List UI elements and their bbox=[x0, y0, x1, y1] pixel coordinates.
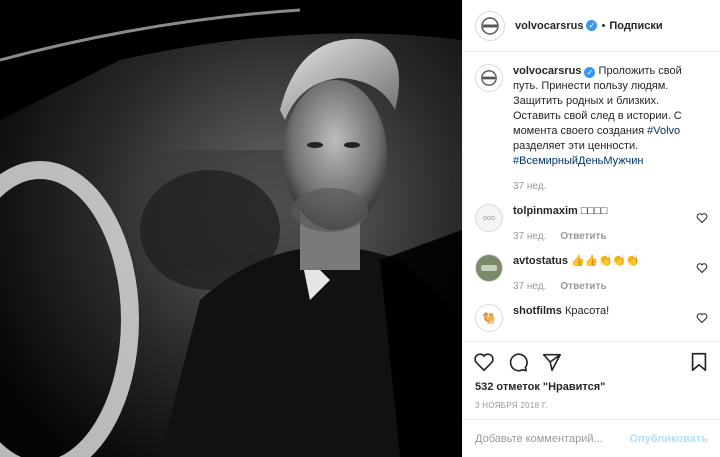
likes-count[interactable]: 532 отметок "Нравится" bbox=[463, 381, 720, 397]
comment-text: Красота! bbox=[564, 305, 610, 317]
like-comment-heart-icon[interactable] bbox=[696, 212, 708, 224]
bookmark-icon[interactable] bbox=[688, 351, 710, 373]
caption: volvocarsrus ✓ Проложить свой путь. Прине… bbox=[475, 64, 708, 194]
action-bar bbox=[463, 341, 720, 381]
like-comment-heart-icon[interactable] bbox=[696, 312, 708, 324]
instagram-post: volvocarsrus ✓ • Подписки volvocarsrus ✓ … bbox=[0, 0, 720, 457]
like-heart-icon[interactable] bbox=[473, 351, 495, 373]
comment-bubble-icon[interactable] bbox=[507, 351, 529, 373]
comment-username[interactable]: avtostatus bbox=[513, 255, 568, 267]
hashtag-mens-day[interactable]: #ВсемирныйДеньМужчин bbox=[513, 155, 644, 167]
comment-row: avtostatus 👍👍👏👏👏 37 нед. Ответить bbox=[475, 254, 708, 294]
caption-text-2: разделяет эти ценности. bbox=[513, 140, 639, 152]
share-send-icon[interactable] bbox=[541, 351, 563, 373]
post-side-panel: volvocarsrus ✓ • Подписки volvocarsrus ✓ … bbox=[462, 0, 720, 457]
hashtag-volvo[interactable]: #Volvo bbox=[647, 125, 680, 137]
publish-button[interactable]: Опубликовать bbox=[629, 433, 708, 445]
caption-time[interactable]: 37 нед. bbox=[513, 181, 546, 192]
camel-logo-icon: 🐫 bbox=[482, 312, 496, 325]
avatar[interactable]: ooo bbox=[475, 204, 503, 232]
man-in-car-photo bbox=[0, 0, 462, 457]
avatar[interactable]: 🐫 bbox=[475, 304, 503, 332]
post-date[interactable]: 3 НОЯБРЯ 2018 Г. bbox=[463, 397, 720, 419]
follow-button[interactable]: Подписки bbox=[609, 20, 662, 32]
post-header: volvocarsrus ✓ • Подписки bbox=[463, 0, 720, 52]
comment-time[interactable]: 37 нед. bbox=[513, 281, 546, 292]
avatar[interactable] bbox=[475, 254, 503, 282]
post-photo[interactable] bbox=[0, 0, 462, 457]
caption-username[interactable]: volvocarsrus bbox=[513, 65, 581, 77]
reply-button[interactable]: Ответить bbox=[560, 281, 606, 292]
like-comment-heart-icon[interactable] bbox=[696, 262, 708, 274]
verified-badge-icon: ✓ bbox=[584, 67, 596, 78]
avatar[interactable] bbox=[475, 10, 505, 41]
avatar-glyph bbox=[481, 265, 497, 271]
avatar-glyph: ooo bbox=[483, 214, 495, 222]
volvo-logo-icon bbox=[481, 16, 499, 35]
header-username[interactable]: volvocarsrus bbox=[515, 20, 583, 32]
comments-list[interactable]: volvocarsrus ✓ Проложить свой путь. Прине… bbox=[463, 52, 720, 341]
comment-time[interactable]: 37 нед. bbox=[513, 231, 546, 242]
comment-input[interactable] bbox=[475, 432, 630, 445]
comment-row: ooo tolpinmaxim □□□□ 37 нед. Ответить bbox=[475, 204, 708, 244]
volvo-logo-icon bbox=[481, 70, 497, 86]
avatar[interactable] bbox=[475, 64, 503, 92]
comment-username[interactable]: shotfilms bbox=[513, 305, 562, 317]
add-comment-bar: Опубликовать bbox=[463, 419, 720, 457]
reply-button[interactable]: Ответить bbox=[560, 231, 606, 242]
verified-badge-icon: ✓ bbox=[586, 20, 598, 31]
comment-text: 👍👍👏👏👏 bbox=[571, 255, 640, 267]
comment-username[interactable]: tolpinmaxim bbox=[513, 205, 578, 217]
separator: • bbox=[601, 19, 606, 32]
comment-row: 🐫 shotfilms Красота! bbox=[475, 304, 708, 332]
comment-text: □□□□ bbox=[580, 205, 608, 217]
